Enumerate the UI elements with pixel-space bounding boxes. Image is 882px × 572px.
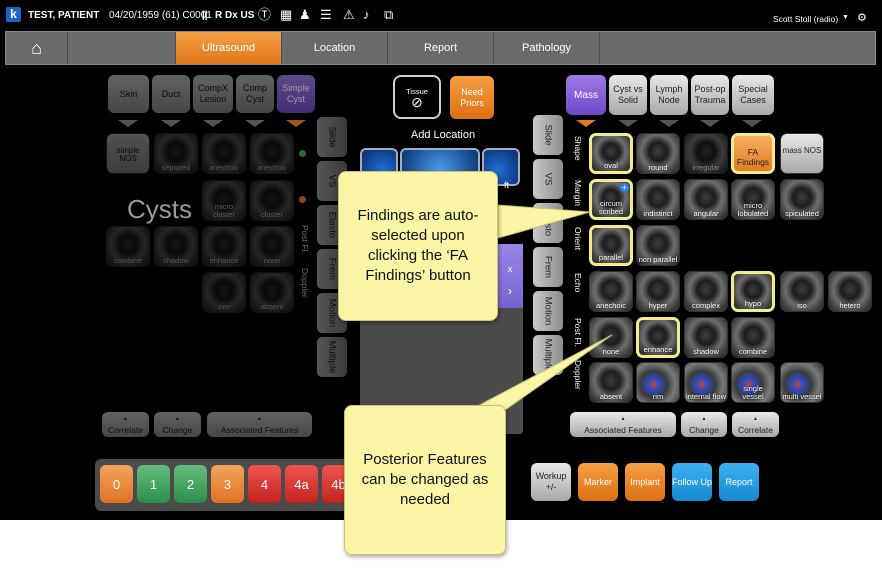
callout-fa-findings: Findings are auto-selected upon clicking… [338, 171, 498, 321]
callout-posterior-features: Posterior Features can be changed as nee… [344, 405, 506, 555]
callout-pointer-top [497, 204, 591, 239]
callout-pointer-bottom [469, 334, 613, 411]
